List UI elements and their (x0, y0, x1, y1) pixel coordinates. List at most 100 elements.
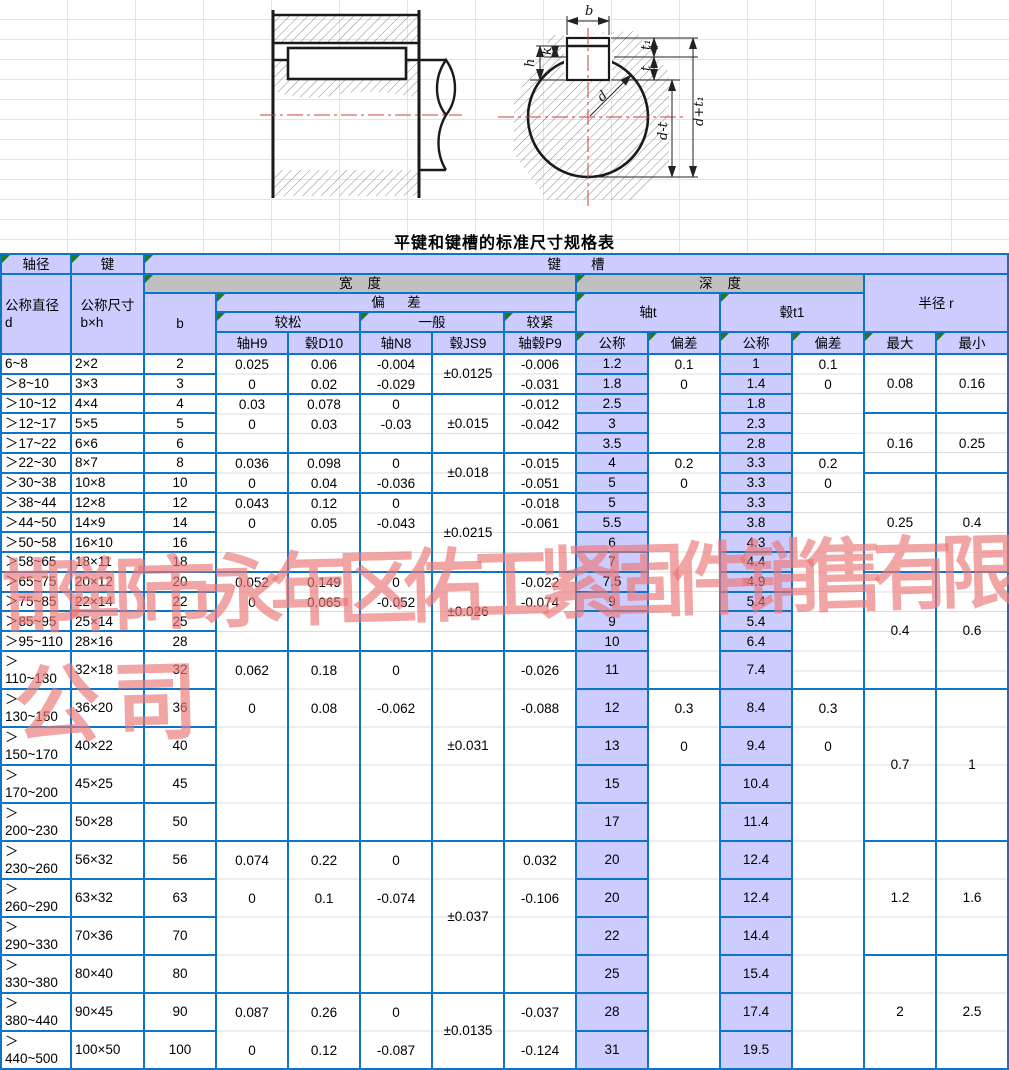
header-radius-r: 半径 r (865, 275, 1007, 331)
cell-t-nominal: 1.2 (577, 355, 647, 373)
cell-d: ＞12~17 (2, 414, 70, 432)
cell-t1-nominal: 5.4 (721, 593, 791, 611)
cell-b: 100 (145, 1032, 215, 1068)
header-fit-loose: 较松 (217, 313, 359, 331)
cell-t1-nominal: 4.3 (721, 533, 791, 551)
cell-b: 50 (145, 804, 215, 840)
cell-d: ＞8~10 (2, 375, 70, 393)
cell-d10: 0.0980.04 (289, 454, 359, 492)
cell-b: 6 (145, 434, 215, 452)
cell-b: 32 (145, 652, 215, 688)
cell-d: ＞50~58 (2, 533, 70, 551)
header-shaft-t: 轴t (577, 294, 719, 331)
cell-t1-nominal: 1.4 (721, 375, 791, 393)
cell-t1-nominal: 4.4 (721, 553, 791, 571)
cell-radius-max: 0.7 (865, 690, 935, 840)
header-fit-normal: 一般 (361, 313, 503, 331)
cell-bh: 45×25 (72, 766, 143, 802)
cell-d: ＞ 110~130 (2, 652, 70, 688)
cell-b: 12 (145, 494, 215, 512)
cell-t1-deviation: 0.30 (793, 690, 863, 1068)
cell-d10: 0.260.12 (289, 994, 359, 1068)
cell-t-nominal: 11 (577, 652, 647, 688)
cell-t1-nominal: 3.3 (721, 454, 791, 472)
cell-d: ＞ 440~500 (2, 1032, 70, 1068)
cell-p9: 0.032-0.106 (505, 842, 575, 992)
cell-d: ＞17~22 (2, 434, 70, 452)
dim-label-h: h (523, 59, 538, 67)
cell-d: ＞ 290~330 (2, 918, 70, 954)
cell-t1-nominal: 19.5 (721, 1032, 791, 1068)
header-shaft-n8: 轴N8 (361, 333, 431, 353)
cell-b: 20 (145, 573, 215, 591)
cell-radius-min: 1.6 (937, 842, 1007, 954)
cell-b: 90 (145, 994, 215, 1030)
cell-t1-nominal: 3.3 (721, 494, 791, 512)
cell-t-nominal: 25 (577, 956, 647, 992)
key-keyway-technical-drawing: b h k t₁ t d-t d+t₁ (248, 2, 730, 232)
cell-t1-nominal: 17.4 (721, 994, 791, 1030)
cell-t-nominal: 17 (577, 804, 647, 840)
cell-b: 63 (145, 880, 215, 916)
cell-t1-nominal: 8.4 (721, 690, 791, 726)
header-hub-js9: 毂JS9 (433, 333, 503, 353)
cell-t1-nominal: 7.4 (721, 652, 791, 688)
cell-t1-nominal: 15.4 (721, 956, 791, 992)
cell-n8: 0-0.036 (361, 454, 431, 492)
cell-bh: 32×18 (72, 652, 143, 688)
cell-b: 25 (145, 612, 215, 630)
cell-js9: ±0.026 (433, 573, 503, 650)
cell-n8: 0-0.087 (361, 994, 431, 1068)
cell-bh: 22×14 (72, 593, 143, 611)
cell-t-nominal: 9 (577, 612, 647, 630)
cell-js9: ±0.0125 (433, 355, 503, 393)
cell-h9: 0.0740 (217, 842, 287, 992)
header-b: b (145, 294, 215, 353)
cell-js9: ±0.0215 (433, 494, 503, 571)
cell-b: 28 (145, 632, 215, 650)
cell-d: ＞85~95 (2, 612, 70, 630)
cell-t1-nominal: 3.8 (721, 513, 791, 531)
cell-p9: -0.037-0.124 (505, 994, 575, 1068)
cell-d: ＞30~38 (2, 474, 70, 492)
cell-d10: 0.180.08 (289, 652, 359, 840)
cell-js9: ±0.031 (433, 652, 503, 840)
cell-t-deviation: 0.10 (649, 355, 719, 452)
cell-n8: 0-0.074 (361, 842, 431, 992)
cell-t-deviation: 0.20 (649, 454, 719, 688)
cell-d10: 0.060.02 (289, 355, 359, 393)
cell-p9: -0.022-0.074 (505, 573, 575, 650)
cell-d: ＞75~85 (2, 593, 70, 611)
cell-d: ＞65~75 (2, 573, 70, 591)
cell-p9: -0.012-0.042 (505, 395, 575, 452)
cell-b: 80 (145, 956, 215, 992)
header-axis-diameter: 轴径 (2, 255, 70, 273)
cell-t1-deviation: 0.20 (793, 454, 863, 688)
cell-d: ＞38~44 (2, 494, 70, 512)
cell-t1-nominal: 2.8 (721, 434, 791, 452)
cell-t-nominal: 31 (577, 1032, 647, 1068)
cell-bh: 4×4 (72, 395, 143, 413)
cell-bh: 40×22 (72, 728, 143, 764)
cell-n8: 0-0.062 (361, 652, 431, 840)
cell-d: ＞ 200~230 (2, 804, 70, 840)
cell-d: ＞ 150~170 (2, 728, 70, 764)
cell-b: 40 (145, 728, 215, 764)
cell-d: ＞44~50 (2, 513, 70, 531)
cell-d10: 0.1490.065 (289, 573, 359, 650)
cell-b: 36 (145, 690, 215, 726)
cell-p9: -0.006-0.031 (505, 355, 575, 393)
hub-cross-section-view: b h k t₁ t d-t d+t₁ (498, 4, 707, 206)
cell-b: 56 (145, 842, 215, 878)
cell-d: ＞ 170~200 (2, 766, 70, 802)
cell-bh: 20×12 (72, 573, 143, 591)
cell-t-nominal: 2.5 (577, 395, 647, 413)
cell-radius-max: 1.2 (865, 842, 935, 954)
cell-bh: 5×5 (72, 414, 143, 432)
cell-bh: 63×32 (72, 880, 143, 916)
cell-t-nominal: 7 (577, 553, 647, 571)
dim-label-t: t (639, 65, 654, 71)
cell-bh: 36×20 (72, 690, 143, 726)
header-keyway: 键 槽 (145, 255, 1007, 273)
cell-d: ＞95~110 (2, 632, 70, 650)
